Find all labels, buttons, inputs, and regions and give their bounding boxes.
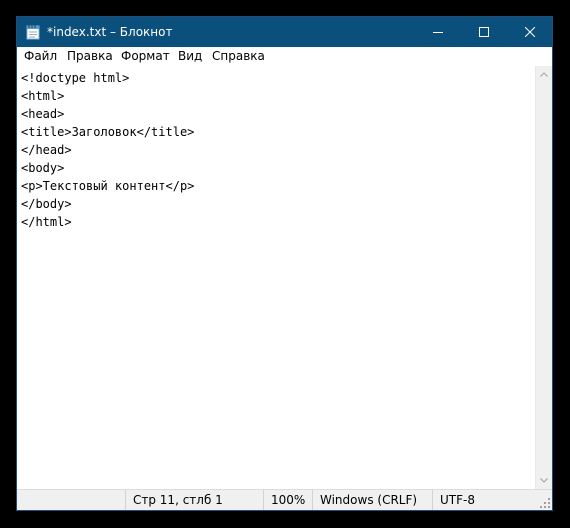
close-icon (525, 27, 535, 37)
window-title: *index.txt – Блокнот (47, 25, 173, 39)
editor-content[interactable]: <!doctype html> <html> <head> <title>Заг… (17, 66, 535, 231)
close-button[interactable] (507, 17, 553, 47)
menu-bar: Файл Правка Формат Вид Справка (17, 47, 552, 66)
maximize-button[interactable] (461, 17, 507, 47)
status-bar: Стр 11, стлб 1 100% Windows (CRLF) UTF-8 (17, 489, 552, 510)
scroll-up-arrow-icon (540, 72, 548, 77)
status-zoom: 100% (263, 490, 312, 510)
editor-line: <html> (21, 89, 65, 103)
menu-help[interactable]: Справка (212, 47, 265, 66)
notepad-window: *index.txt – Блокнот Файл Правка Формат … (16, 16, 553, 511)
editor-line: </body> (21, 197, 72, 211)
resize-grip-icon[interactable] (539, 497, 551, 509)
menu-format[interactable]: Формат (121, 47, 170, 66)
editor-line: </head> (21, 143, 72, 157)
title-bar[interactable]: *index.txt – Блокнот (17, 17, 552, 47)
maximize-icon (479, 27, 489, 37)
menu-view[interactable]: Вид (178, 47, 202, 66)
minimize-icon (433, 32, 443, 33)
minimize-button[interactable] (415, 17, 461, 47)
status-cursor-position: Стр 11, стлб 1 (125, 490, 263, 510)
menu-edit[interactable]: Правка (67, 47, 113, 66)
editor-line: <head> (21, 107, 65, 121)
scroll-down-arrow-icon (540, 478, 548, 483)
text-editor[interactable]: <!doctype html> <html> <head> <title>Заг… (17, 66, 535, 489)
vertical-scrollbar[interactable] (535, 66, 552, 489)
scroll-up-button[interactable] (536, 66, 552, 83)
notepad-icon (26, 24, 40, 40)
status-line-endings: Windows (CRLF) (312, 490, 432, 510)
editor-line: <title>Заголовок</title> (21, 125, 195, 139)
editor-line: <p>Текстовый контент</p> (21, 179, 195, 193)
scroll-down-button[interactable] (536, 472, 552, 489)
menu-file[interactable]: Файл (24, 47, 57, 66)
editor-line: <body> (21, 161, 65, 175)
editor-line: </html> (21, 215, 72, 229)
editor-line: <!doctype html> (21, 71, 130, 85)
status-encoding: UTF-8 (432, 490, 539, 510)
